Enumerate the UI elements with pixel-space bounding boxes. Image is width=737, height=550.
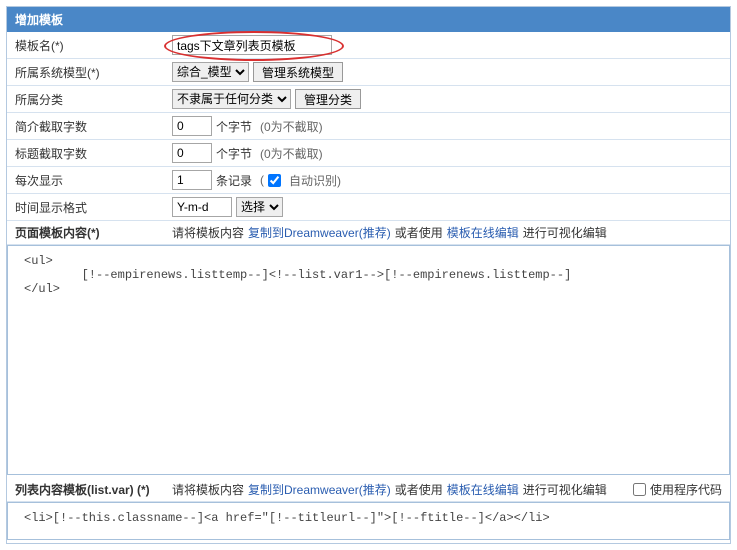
page-content-text2: 或者使用 <box>395 224 443 241</box>
row-title-chars: 标题截取字数 个字节 (0为不截取) <box>7 140 730 167</box>
manage-category-button[interactable]: 管理分类 <box>295 89 361 109</box>
row-intro-chars: 简介截取字数 个字节 (0为不截取) <box>7 113 730 140</box>
copy-dreamweaver-link[interactable]: 复制到Dreamweaver(推荐) <box>248 224 391 241</box>
row-category: 所属分类 不隶属于任何分类 管理分类 <box>7 86 730 113</box>
list-content-text2: 或者使用 <box>395 481 443 498</box>
label-system-model: 所属系统模型(*) <box>7 64 172 81</box>
time-format-select[interactable]: 选择 <box>236 197 283 217</box>
row-page-content-header: 页面模板内容(*) 请将模板内容复制到Dreamweaver(推荐)或者使用模板… <box>7 221 730 245</box>
row-per-page: 每次显示 条记录 ( 自动识别) <box>7 167 730 194</box>
use-code-label: 使用程序代码 <box>650 481 722 498</box>
title-chars-unit: 个字节 <box>216 145 252 162</box>
label-template-name: 模板名(*) <box>7 37 172 54</box>
template-name-input[interactable] <box>172 35 332 55</box>
title-chars-input[interactable] <box>172 143 212 163</box>
label-per-page: 每次显示 <box>7 172 172 189</box>
page-content-code-wrap: <ul> [!--empirenews.listtemp--]<!--list.… <box>7 245 730 478</box>
list-content-text3: 进行可视化编辑 <box>523 481 607 498</box>
auto-detect-checkbox[interactable] <box>268 174 281 187</box>
online-editor-link-2[interactable]: 模板在线编辑 <box>447 481 519 498</box>
label-category: 所属分类 <box>7 91 172 108</box>
row-time-format: 时间显示格式 选择 <box>7 194 730 221</box>
list-content-text1: 请将模板内容 <box>172 481 244 498</box>
list-content-code-wrap: <li>[!--this.classname--]<a href="[!--ti… <box>7 502 730 543</box>
label-time-format: 时间显示格式 <box>7 199 172 216</box>
page-content-text1: 请将模板内容 <box>172 224 244 241</box>
add-template-panel: 增加模板 模板名(*) 所属系统模型(*) 综合_模型 管理系统模型 所属分类 … <box>6 6 731 544</box>
label-list-content: 列表内容模板(list.var) (*) <box>7 481 172 498</box>
category-select[interactable]: 不隶属于任何分类 <box>172 89 291 109</box>
label-intro-chars: 简介截取字数 <box>7 118 172 135</box>
page-content-text3: 进行可视化编辑 <box>523 224 607 241</box>
copy-dreamweaver-link-2[interactable]: 复制到Dreamweaver(推荐) <box>248 481 391 498</box>
use-code-checkbox[interactable] <box>633 483 646 496</box>
label-page-content: 页面模板内容(*) <box>7 224 172 241</box>
intro-chars-input[interactable] <box>172 116 212 136</box>
title-chars-hint: (0为不截取) <box>260 145 323 162</box>
panel-title: 增加模板 <box>7 7 730 32</box>
online-editor-link[interactable]: 模板在线编辑 <box>447 224 519 241</box>
time-format-input[interactable] <box>172 197 232 217</box>
page-content-textarea[interactable]: <ul> [!--empirenews.listtemp--]<!--list.… <box>7 245 730 475</box>
intro-chars-unit: 个字节 <box>216 118 252 135</box>
label-title-chars: 标题截取字数 <box>7 145 172 162</box>
row-system-model: 所属系统模型(*) 综合_模型 管理系统模型 <box>7 59 730 86</box>
system-model-select[interactable]: 综合_模型 <box>172 62 249 82</box>
intro-chars-hint: (0为不截取) <box>260 118 323 135</box>
per-page-unit: 条记录 <box>216 172 252 189</box>
auto-detect-label: 自动识别) <box>289 172 341 189</box>
row-template-name: 模板名(*) <box>7 32 730 59</box>
list-content-textarea[interactable]: <li>[!--this.classname--]<a href="[!--ti… <box>7 502 730 540</box>
row-list-content-header: 列表内容模板(list.var) (*) 请将模板内容复制到Dreamweave… <box>7 478 730 502</box>
manage-system-model-button[interactable]: 管理系统模型 <box>253 62 343 82</box>
per-page-input[interactable] <box>172 170 212 190</box>
